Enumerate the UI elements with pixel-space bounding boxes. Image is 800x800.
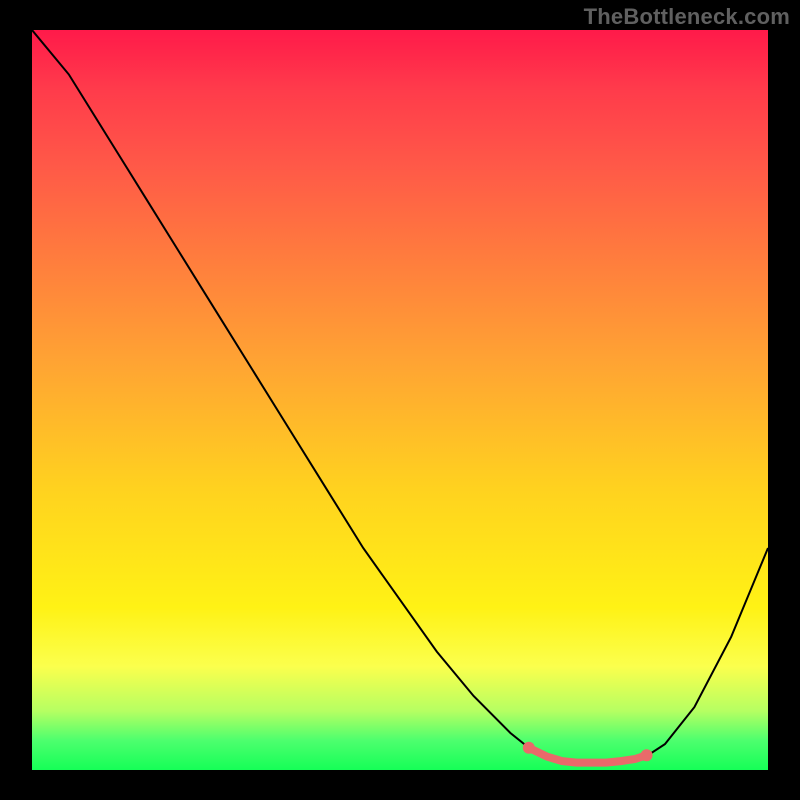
range-endpoint-marker <box>641 749 653 761</box>
bottleneck-curve <box>32 30 768 763</box>
range-endpoint-marker <box>523 742 535 754</box>
optimal-range-highlight <box>529 748 647 763</box>
chart-svg <box>32 30 768 770</box>
watermark-text: TheBottleneck.com <box>584 4 790 30</box>
plot-area <box>32 30 768 770</box>
chart-frame: TheBottleneck.com <box>0 0 800 800</box>
